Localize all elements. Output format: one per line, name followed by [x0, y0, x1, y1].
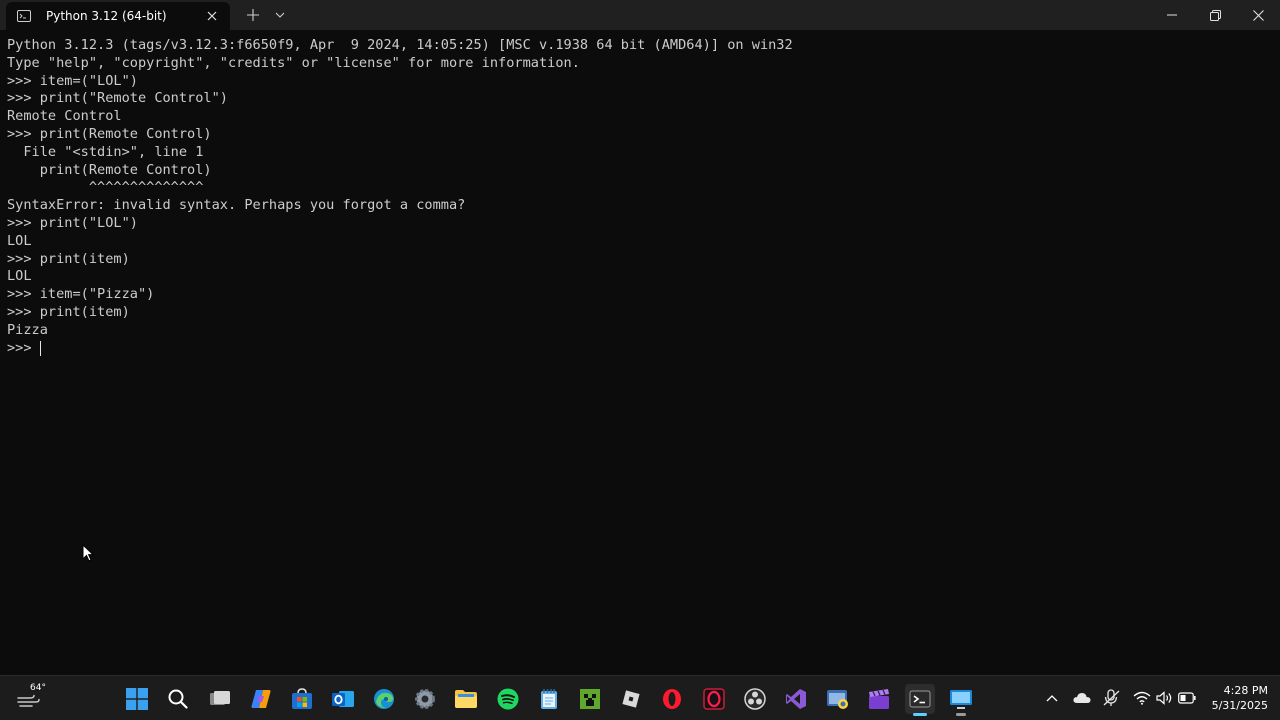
close-icon[interactable] [204, 8, 220, 24]
system-clock[interactable]: 4:28 PM 5/31/2025 [1212, 683, 1268, 713]
minecraft-icon[interactable] [575, 684, 605, 714]
plus-icon[interactable] [244, 6, 262, 24]
task-view-icon[interactable] [205, 684, 235, 714]
wifi-icon[interactable] [1132, 688, 1152, 708]
microphone-icon[interactable] [1102, 688, 1122, 708]
tab-python[interactable]: Python 3.12 (64-bit) [6, 2, 230, 30]
terminal-line: ^^^^^^^^^^^^^^ [7, 179, 204, 196]
search-icon[interactable] [163, 684, 193, 714]
windows-start-icon[interactable] [122, 684, 152, 714]
taskbar: 64° 4:28 PM 5/31/2025 [0, 675, 1280, 720]
chevron-up-icon[interactable] [1042, 688, 1062, 708]
clock-time: 4:28 PM [1223, 684, 1268, 697]
volume-icon[interactable] [1155, 688, 1175, 708]
terminal-line: print(Remote Control) [7, 161, 212, 178]
onedrive-icon[interactable] [1072, 688, 1092, 708]
file-explorer-icon[interactable] [451, 684, 481, 714]
terminal-output[interactable]: Python 3.12.3 (tags/v3.12.3:f6650f9, Apr… [0, 30, 1280, 675]
title-bar: Python 3.12 (64-bit) [0, 0, 1280, 30]
running-app-indicator [956, 713, 966, 716]
terminal-line: >>> print(Remote Control) [7, 125, 212, 142]
terminal-line: Type "help", "copyright", "credits" or "… [7, 54, 580, 71]
opera-icon[interactable] [657, 684, 687, 714]
terminal-line: >>> print(item) [7, 250, 130, 267]
edge-icon[interactable] [369, 684, 399, 714]
visual-studio-icon[interactable] [781, 684, 811, 714]
windows-terminal-icon[interactable] [905, 684, 935, 716]
weather-temperature: 64° [30, 683, 46, 693]
spotify-icon[interactable] [493, 684, 523, 714]
terminal-line: LOL [7, 268, 32, 285]
clapperboard-icon[interactable] [864, 684, 894, 714]
outlook-icon[interactable] [328, 684, 358, 714]
microsoft-store-icon[interactable] [287, 684, 317, 714]
copilot-icon[interactable] [246, 684, 276, 714]
clock-date: 5/31/2025 [1211, 699, 1268, 712]
mouse-pointer-icon [82, 543, 95, 566]
obs-icon[interactable] [740, 684, 770, 714]
terminal-line: SyntaxError: invalid syntax. Perhaps you… [7, 197, 466, 214]
settings-icon[interactable] [410, 684, 440, 714]
battery-icon[interactable] [1177, 688, 1197, 708]
text-cursor [39, 340, 42, 356]
wind-icon [17, 694, 40, 707]
terminal-line: >>> item=("Pizza") [7, 286, 155, 303]
prompt: >>> [7, 339, 40, 356]
terminal-icon [16, 8, 32, 24]
notepad-icon[interactable] [534, 684, 564, 714]
python-icon[interactable] [823, 684, 853, 714]
terminal-line: LOL [7, 232, 32, 249]
terminal-line: >>> print("Remote Control") [7, 90, 228, 107]
terminal-line: >>> print(item) [7, 303, 130, 320]
weather-widget[interactable]: 64° [12, 680, 52, 716]
prompt-line[interactable]: >>> [7, 340, 793, 358]
terminal-line: Python 3.12.3 (tags/v3.12.3:f6650f9, Apr… [7, 37, 793, 53]
chevron-down-icon[interactable] [272, 6, 288, 24]
terminal-line: Pizza [7, 321, 48, 338]
tab-title: Python 3.12 (64-bit) [46, 9, 167, 23]
terminal-line: >>> print("LOL") [7, 214, 138, 231]
roblox-icon[interactable] [616, 684, 646, 714]
remote-desktop-icon[interactable] [946, 684, 976, 716]
close-icon[interactable] [1236, 0, 1280, 30]
opera-gx-icon[interactable] [699, 684, 729, 714]
terminal-line: Remote Control [7, 108, 122, 125]
minimize-icon[interactable] [1150, 0, 1194, 30]
restore-icon[interactable] [1193, 0, 1237, 30]
terminal-line: File "<stdin>", line 1 [7, 143, 204, 160]
active-app-indicator [913, 713, 927, 716]
terminal-line: >>> item=("LOL") [7, 72, 138, 89]
